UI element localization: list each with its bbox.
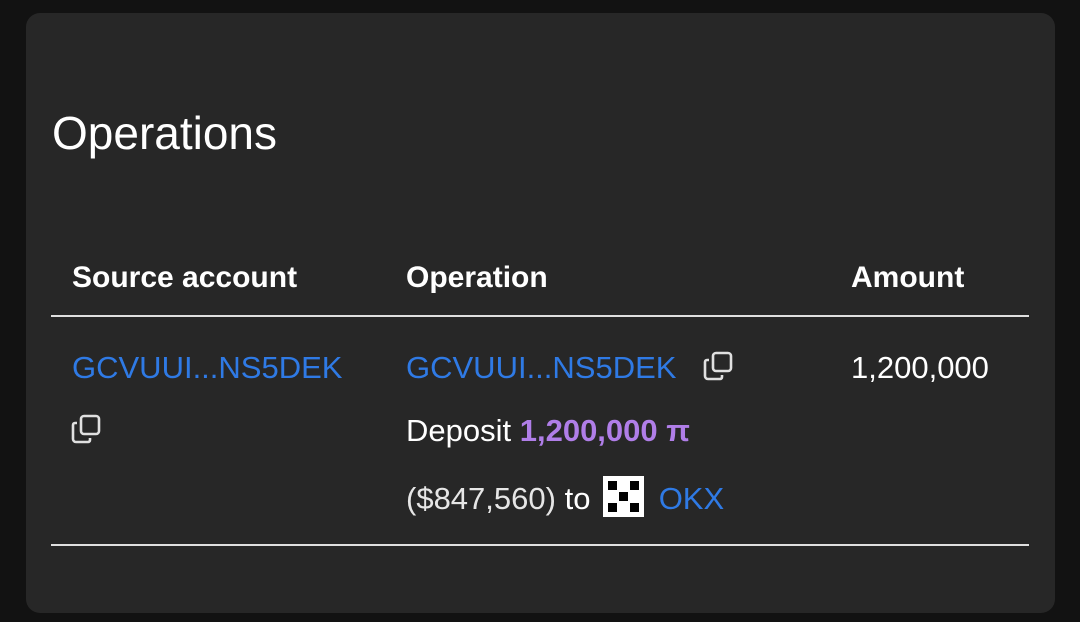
source-account-link[interactable]: GCVUUI...NS5DEK [72,352,342,383]
usd-value: ($847,560) [406,481,556,516]
column-header-source-account: Source account [72,261,298,294]
pi-amount: 1,200,000 π [519,413,690,448]
operations-card: Operations Source account Operation Amou… [26,13,1055,613]
section-title: Operations [52,107,278,159]
operation-account-link[interactable]: GCVUUI...NS5DEK [406,352,676,383]
okx-logo-icon [603,476,645,517]
destination-link[interactable]: OKX [659,481,724,516]
copy-icon[interactable] [70,413,102,445]
column-header-operation: Operation [406,261,548,294]
operation-destination-line: ($847,560) to OKX [406,476,724,517]
operation-type: Deposit [406,413,512,448]
connector-text: to [564,481,591,516]
copy-icon[interactable] [702,350,734,382]
column-header-amount: Amount [851,261,965,294]
header-divider [51,315,1029,317]
row-divider [51,544,1029,546]
amount-value: 1,200,000 [851,350,989,385]
operation-description: Deposit 1,200,000 π [406,415,690,446]
